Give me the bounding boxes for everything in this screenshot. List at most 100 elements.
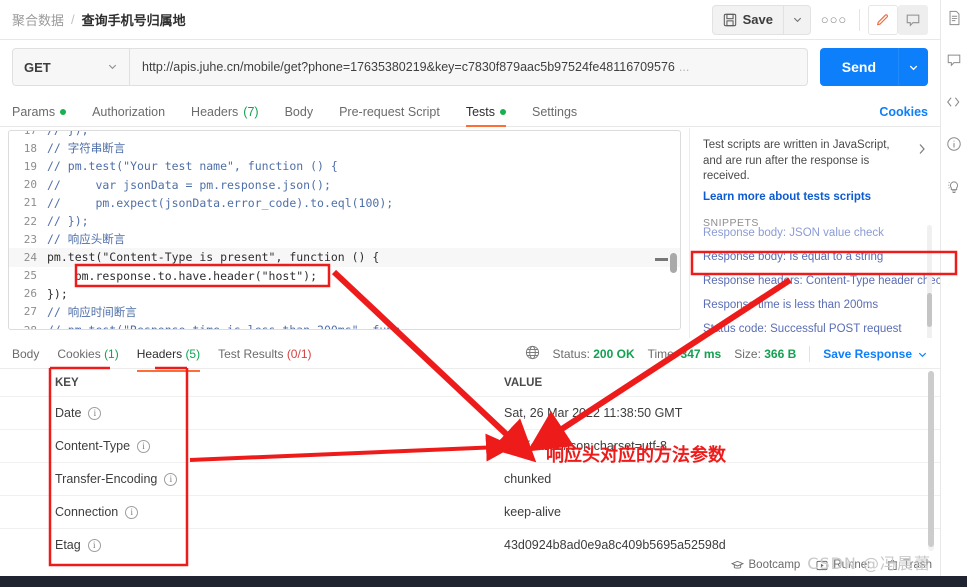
meta-divider bbox=[809, 346, 811, 362]
save-response-button[interactable]: Save Response bbox=[823, 347, 928, 361]
save-dropdown-button[interactable] bbox=[783, 4, 811, 35]
comments-icon[interactable] bbox=[944, 50, 964, 70]
tab-pre-request-script[interactable]: Pre-request Script bbox=[339, 105, 440, 126]
trash-button[interactable]: Trash bbox=[887, 559, 932, 571]
line-text: pm.test("Content-Type is present", funct… bbox=[47, 250, 380, 265]
info-icon[interactable]: i bbox=[137, 439, 151, 453]
send-button[interactable]: Send bbox=[819, 48, 898, 86]
tab-label: Tests bbox=[465, 105, 495, 119]
send-dropdown-button[interactable] bbox=[898, 48, 928, 86]
snippet-item[interactable]: Response body: JSON value check bbox=[703, 221, 928, 245]
response-meta: Status: 200 OK Time: 347 ms Size: 366 B … bbox=[525, 345, 928, 363]
info-icon[interactable] bbox=[944, 134, 964, 154]
edit-request-button[interactable] bbox=[868, 4, 898, 35]
snippet-item[interactable]: Status code: Successful POST request bbox=[703, 317, 928, 338]
snippets-panel: Test scripts are written in JavaScript, … bbox=[691, 128, 940, 338]
snippet-item[interactable]: Response headers: Content-Type header ch… bbox=[703, 269, 940, 293]
tab-headers[interactable]: Headers (7) bbox=[191, 105, 259, 126]
line-text: // var jsonData = pm.response.json(); bbox=[47, 177, 331, 192]
documentation-icon[interactable] bbox=[944, 8, 964, 28]
header-key-text: Date bbox=[55, 406, 82, 420]
line-number: 25 bbox=[23, 269, 37, 283]
column-header-key: KEY bbox=[55, 376, 79, 389]
runner-button[interactable]: Runner bbox=[816, 559, 871, 571]
http-method-select[interactable]: GET bbox=[12, 48, 130, 86]
info-icon[interactable]: i bbox=[87, 538, 101, 552]
request-url-row: GET http://apis.juhe.cn/mobile/get?phone… bbox=[0, 41, 940, 93]
line-number: 24 bbox=[23, 250, 37, 264]
response-tab-headers[interactable]: Headers (5) bbox=[136, 342, 201, 372]
header-value-cell: Sat, 26 Mar 2022 11:38:50 GMT bbox=[504, 406, 683, 420]
tab-label: Authorization bbox=[92, 105, 166, 119]
table-row: Content-Type i application/json;charset=… bbox=[0, 430, 940, 463]
request-tabs: Params Authorization Headers (7) Body Pr… bbox=[0, 95, 940, 127]
header-key-cell: Etag i bbox=[0, 538, 490, 552]
header-value-cell: chunked bbox=[504, 472, 552, 486]
tab-authorization[interactable]: Authorization bbox=[92, 105, 165, 126]
bootcamp-button[interactable]: Bootcamp bbox=[730, 559, 801, 571]
chevron-right-icon[interactable] bbox=[916, 142, 928, 161]
line-text: // 响应头断言 bbox=[47, 232, 126, 247]
toolbar-divider bbox=[859, 8, 860, 31]
response-tab-test-results[interactable]: Test Results (0/1) bbox=[218, 342, 311, 366]
table-scrollbar-thumb[interactable] bbox=[928, 371, 934, 547]
lightbulb-icon[interactable] bbox=[944, 176, 964, 196]
unsaved-dot-icon bbox=[500, 109, 506, 115]
tab-label: Body bbox=[12, 347, 40, 361]
comment-request-button[interactable] bbox=[898, 4, 928, 35]
size-group: Size: 366 B bbox=[734, 347, 796, 361]
learn-more-link[interactable]: Learn more about tests scripts bbox=[703, 191, 928, 203]
code-line: 17 // }); bbox=[9, 130, 680, 139]
response-tab-body[interactable]: Body bbox=[12, 342, 39, 366]
code-line: 25 pm.response.to.have.header("host"); bbox=[9, 267, 680, 285]
info-icon[interactable]: i bbox=[125, 505, 139, 519]
tab-label: Settings bbox=[532, 105, 578, 119]
header-key-text: Content-Type bbox=[55, 439, 131, 453]
line-text: // }); bbox=[47, 130, 89, 138]
code-frame: 17 // }); 18 // 字符串断言 19 // pm.test("You… bbox=[8, 130, 681, 330]
breadcrumb-request[interactable]: 查询手机号归属地 bbox=[82, 10, 186, 29]
chevron-down-icon bbox=[793, 17, 801, 23]
right-icon-rail bbox=[940, 0, 967, 587]
bootcamp-label: Bootcamp bbox=[748, 559, 801, 571]
line-number: 28 bbox=[9, 324, 47, 329]
snippets-list: Response body: JSON value check Response… bbox=[703, 221, 940, 338]
cookies-link[interactable]: Cookies bbox=[879, 105, 928, 126]
editor-scroll-marker bbox=[655, 258, 668, 261]
line-number: 20 bbox=[23, 178, 37, 192]
info-icon[interactable]: i bbox=[88, 406, 102, 420]
time-label: Time: bbox=[647, 347, 678, 361]
response-tab-cookies[interactable]: Cookies (1) bbox=[57, 342, 118, 366]
more-options-button[interactable]: ○○○ bbox=[817, 5, 851, 35]
tests-script-editor[interactable]: 17 // }); 18 // 字符串断言 19 // pm.test("You… bbox=[0, 128, 690, 338]
editor-scrollbar-thumb[interactable] bbox=[670, 253, 677, 273]
save-button[interactable]: Save bbox=[711, 4, 783, 35]
http-method-value: GET bbox=[24, 59, 51, 75]
snippet-item[interactable]: Response time is less than 200ms bbox=[703, 293, 928, 317]
code-snippet-icon[interactable] bbox=[944, 92, 964, 112]
tab-tests[interactable]: Tests bbox=[465, 105, 507, 127]
save-response-label: Save Response bbox=[823, 347, 912, 361]
snippet-item[interactable]: Response body: Is equal to a string bbox=[703, 245, 928, 269]
tab-settings[interactable]: Settings bbox=[532, 105, 577, 126]
request-url-input[interactable]: http://apis.juhe.cn/mobile/get?phone=176… bbox=[130, 48, 808, 86]
request-url-value: http://apis.juhe.cn/mobile/get?phone=176… bbox=[142, 60, 675, 74]
tab-label: Cookies bbox=[57, 347, 101, 361]
info-icon[interactable]: i bbox=[164, 472, 178, 486]
response-tabs: Body Cookies (1) Headers (5) Test Result… bbox=[0, 340, 940, 372]
line-number: 26 bbox=[23, 287, 37, 301]
line-text: // }); bbox=[47, 214, 89, 229]
tab-label: Body bbox=[284, 105, 314, 119]
line-number: 23 bbox=[23, 232, 37, 246]
header-key-cell: Transfer-Encoding i bbox=[0, 472, 490, 486]
header-value-cell: application/json;charset=utf-8 bbox=[504, 439, 667, 453]
breadcrumb-collection[interactable]: 聚合数据 bbox=[12, 10, 64, 29]
line-text: // 响应时间断言 bbox=[47, 304, 137, 319]
tab-params[interactable]: Params bbox=[12, 105, 67, 126]
code-line: 22 // }); bbox=[9, 212, 680, 230]
code-line: 21 // pm.expect(jsonData.error_code).to.… bbox=[9, 194, 680, 212]
postman-window: 聚合数据 / 查询手机号归属地 Save ○○○ GET http://apis… bbox=[0, 0, 967, 587]
tab-body[interactable]: Body bbox=[285, 105, 314, 126]
snippets-scrollbar-thumb[interactable] bbox=[927, 292, 932, 327]
status-group: Status: 200 OK bbox=[553, 347, 635, 361]
